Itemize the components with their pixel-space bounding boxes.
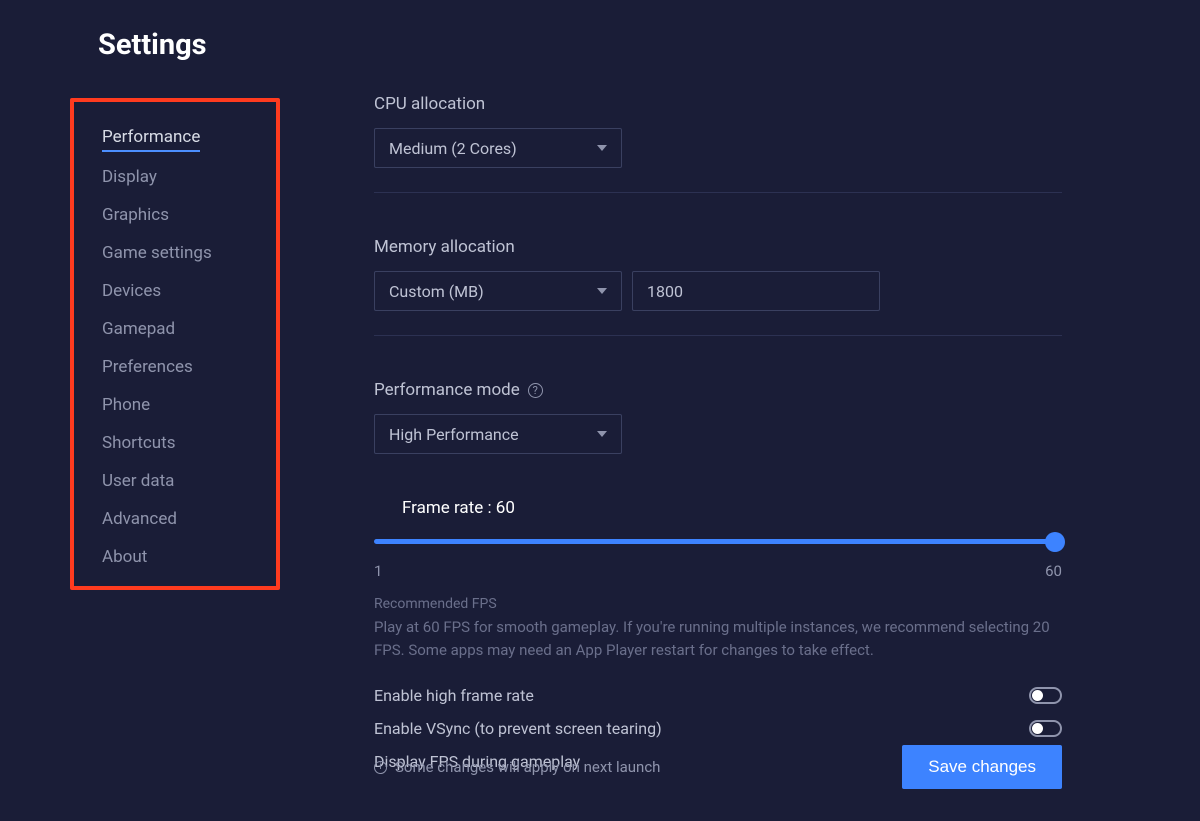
sidebar-item-phone[interactable]: Phone	[102, 386, 252, 424]
cpu-section: CPU allocation Medium (2 Cores)	[374, 94, 1062, 193]
perf-mode-section: Performance mode ? High Performance	[374, 380, 1062, 454]
toggle-high-frame-rate-label: Enable high frame rate	[374, 686, 534, 705]
footer-note-text: Some changes will apply on next launch	[395, 758, 660, 776]
perf-mode-label: Performance mode ?	[374, 380, 1062, 400]
cpu-row: Medium (2 Cores)	[374, 128, 1062, 193]
cpu-select[interactable]: Medium (2 Cores)	[374, 128, 622, 168]
sidebar: Settings Performance Display Graphics Ga…	[0, 28, 300, 821]
toggle-knob	[1032, 723, 1043, 734]
sidebar-item-performance[interactable]: Performance	[102, 118, 200, 152]
settings-window: Settings Performance Display Graphics Ga…	[0, 0, 1200, 821]
frame-rate-section: Frame rate : 60 1 60 Recommended FPS Pla…	[374, 498, 1062, 778]
chevron-down-icon	[597, 145, 607, 151]
sidebar-item-about[interactable]: About	[102, 538, 252, 576]
cpu-label: CPU allocation	[374, 94, 1062, 114]
slider-thumb[interactable]	[1045, 532, 1065, 552]
toggle-high-frame-rate-row: Enable high frame rate	[374, 679, 1062, 712]
perf-mode-select-value: High Performance	[389, 425, 519, 444]
page-title: Settings	[98, 28, 280, 62]
sidebar-item-shortcuts[interactable]: Shortcuts	[102, 424, 252, 462]
chevron-down-icon	[597, 288, 607, 294]
toggle-high-frame-rate[interactable]	[1029, 687, 1062, 704]
footer: i Some changes will apply on next launch…	[374, 745, 1062, 789]
frame-rate-label: Frame rate : 60	[402, 498, 1062, 518]
save-changes-button[interactable]: Save changes	[902, 745, 1062, 789]
cpu-select-value: Medium (2 Cores)	[389, 139, 517, 158]
toggle-vsync-row: Enable VSync (to prevent screen tearing)	[374, 712, 1062, 745]
memory-custom-input[interactable]: 1800	[632, 271, 880, 311]
perf-mode-row: High Performance	[374, 414, 1062, 454]
slider-track	[374, 539, 1062, 544]
memory-row: Custom (MB) 1800	[374, 271, 1062, 336]
sidebar-item-advanced[interactable]: Advanced	[102, 500, 252, 538]
sidebar-list: Performance Display Graphics Game settin…	[70, 98, 280, 590]
sidebar-item-devices[interactable]: Devices	[102, 272, 252, 310]
sidebar-item-graphics[interactable]: Graphics	[102, 196, 252, 234]
toggle-vsync[interactable]	[1029, 720, 1062, 737]
memory-select[interactable]: Custom (MB)	[374, 271, 622, 311]
recommended-fps-title: Recommended FPS	[374, 596, 1062, 612]
toggle-vsync-label: Enable VSync (to prevent screen tearing)	[374, 719, 662, 738]
memory-label: Memory allocation	[374, 237, 1062, 257]
footer-note: i Some changes will apply on next launch	[374, 758, 660, 776]
memory-custom-value: 1800	[647, 282, 683, 301]
settings-content: CPU allocation Medium (2 Cores) Memory a…	[300, 28, 1200, 821]
slider-min: 1	[374, 562, 382, 580]
sidebar-item-gamepad[interactable]: Gamepad	[102, 310, 252, 348]
memory-select-value: Custom (MB)	[389, 282, 484, 301]
sidebar-item-display[interactable]: Display	[102, 158, 252, 196]
sidebar-item-user-data[interactable]: User data	[102, 462, 252, 500]
sidebar-item-game-settings[interactable]: Game settings	[102, 234, 252, 272]
recommended-fps-body: Play at 60 FPS for smooth gameplay. If y…	[374, 616, 1054, 661]
frame-rate-slider[interactable]	[374, 532, 1062, 558]
slider-max: 60	[1045, 562, 1062, 580]
slider-range-labels: 1 60	[374, 562, 1062, 580]
perf-mode-select[interactable]: High Performance	[374, 414, 622, 454]
toggle-knob	[1032, 690, 1043, 701]
sidebar-item-preferences[interactable]: Preferences	[102, 348, 252, 386]
info-icon: i	[374, 761, 387, 774]
perf-mode-label-text: Performance mode	[374, 380, 520, 400]
chevron-down-icon	[597, 431, 607, 437]
memory-section: Memory allocation Custom (MB) 1800	[374, 237, 1062, 336]
help-icon[interactable]: ?	[528, 383, 543, 398]
